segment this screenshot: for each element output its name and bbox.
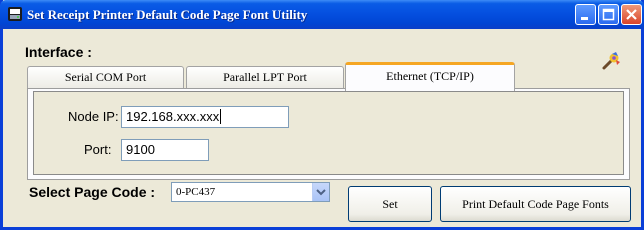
title-bar[interactable]: Set Receipt Printer Default Code Page Fo… [0,0,644,29]
tab-label: Ethernet (TCP/IP) [386,69,474,83]
node-ip-value: 192.168.xxx.xxx [126,109,220,124]
print-default-code-page-fonts-button[interactable]: Print Default Code Page Fonts [440,186,631,222]
tab-label: Parallel LPT Port [223,70,307,84]
chevron-down-icon [316,189,326,196]
ethernet-settings-group: Node IP: 192.168.xxx.xxx Port: 9100 [33,91,624,175]
ethernet-tab-panel: Node IP: 192.168.xxx.xxx Port: 9100 [27,88,630,180]
maximize-icon [602,8,615,21]
set-button[interactable]: Set [348,186,432,222]
tab-ethernet-tcp-ip[interactable]: Ethernet (TCP/IP) [345,62,515,91]
minimize-button[interactable] [575,4,596,25]
close-icon [626,9,637,20]
port-value: 9100 [126,142,155,157]
maximize-button[interactable] [598,4,619,25]
app-window: Set Receipt Printer Default Code Page Fo… [0,0,644,230]
printer-app-icon[interactable] [7,6,23,22]
page-code-selected-value: 0-PC437 [176,186,216,198]
window-title: Set Receipt Printer Default Code Page Fo… [27,7,308,22]
node-ip-label: Node IP: [68,109,119,124]
text-caret [220,109,222,124]
minimize-icon [581,17,588,20]
tab-label: Serial COM Port [64,70,147,84]
multicolor-tool-icon[interactable] [600,50,622,72]
node-ip-input[interactable]: 192.168.xxx.xxx [121,106,289,128]
close-button[interactable] [621,4,642,25]
page-code-select[interactable]: 0-PC437 [171,182,330,202]
dropdown-button[interactable] [312,183,329,201]
tab-serial-com-port[interactable]: Serial COM Port [27,66,184,89]
port-input[interactable]: 9100 [121,139,209,161]
select-page-code-label: Select Page Code : [29,184,156,200]
tab-parallel-lpt-port[interactable]: Parallel LPT Port [186,66,344,89]
interface-label: Interface : [25,44,92,60]
port-label: Port: [84,142,112,157]
